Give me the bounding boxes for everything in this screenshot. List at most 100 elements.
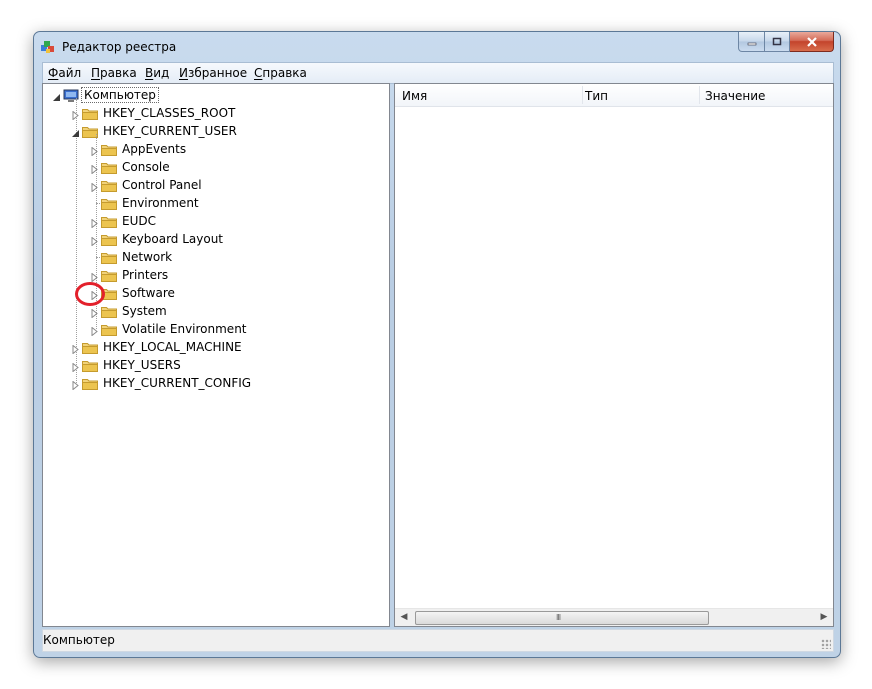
tree-item-control-panel[interactable]: Control Panel [90, 176, 204, 194]
menu-label: равка [100, 66, 137, 80]
tree-item-eudc[interactable]: EUDC [90, 212, 158, 230]
menu-accelerator: Ф [48, 66, 59, 80]
menu-item[interactable]: Правка [91, 66, 137, 80]
menu-item[interactable]: Избранное [179, 66, 247, 80]
menu-item[interactable]: Справка [254, 66, 307, 80]
menu-accelerator: П [91, 66, 101, 80]
tree-item-label: HKEY_CURRENT_CONFIG [103, 376, 252, 390]
highlight-circle [75, 282, 105, 306]
tree-connector [90, 253, 99, 262]
column-header-value[interactable]: Значение [705, 89, 765, 103]
menu-accelerator: С [254, 66, 263, 80]
folder-icon [101, 143, 117, 156]
tree-item-computer[interactable]: Компьютер [52, 86, 159, 104]
folder-icon [101, 269, 117, 282]
tree-item-label: HKEY_USERS [103, 358, 181, 372]
expand-arrow-icon[interactable] [71, 361, 80, 373]
tree-item-console[interactable]: Console [90, 158, 172, 176]
scroll-right-icon[interactable]: ▶ [819, 612, 829, 622]
tree-item-appevents[interactable]: AppEvents [90, 140, 188, 158]
folder-icon [101, 179, 117, 192]
expand-arrow-icon[interactable] [90, 307, 99, 319]
close-button[interactable] [790, 32, 834, 52]
expand-arrow-icon[interactable] [90, 181, 99, 193]
tree-item-label: EUDC [122, 214, 156, 228]
pane-splitter[interactable] [389, 83, 393, 625]
tree-item-label: Console [122, 160, 170, 174]
column-separator[interactable] [582, 86, 583, 104]
tree-item-label: Keyboard Layout [122, 232, 224, 246]
title-bar[interactable]: Редактор реестра [34, 32, 840, 62]
folder-icon [101, 215, 117, 228]
menu-accelerator: И [179, 66, 188, 80]
values-list-pane[interactable]: Имя Тип Значение ◀ III ▶ [394, 83, 834, 627]
column-separator[interactable] [699, 86, 700, 104]
menu-bar: Файл Правка Вид Избранное Справка [42, 62, 834, 84]
collapse-arrow-icon[interactable] [71, 127, 80, 137]
expand-arrow-icon[interactable] [90, 163, 99, 175]
expand-arrow-icon[interactable] [90, 325, 99, 337]
tree-item-environment[interactable]: Environment [90, 194, 201, 212]
horizontal-scrollbar[interactable]: ◀ III ▶ [395, 608, 833, 626]
tree-item-network[interactable]: Network [90, 248, 174, 266]
menu-label: правка [262, 66, 307, 80]
tree-item-volatile-environment[interactable]: Volatile Environment [90, 320, 249, 338]
scroll-left-icon[interactable]: ◀ [399, 612, 409, 622]
folder-icon [101, 251, 117, 264]
registry-editor-window: Редактор реестра Файл Правка Вид Избранное С… [33, 31, 841, 658]
menu-label: ид [153, 66, 170, 80]
expand-arrow-icon[interactable] [71, 379, 80, 391]
tree-item-hive[interactable]: HKEY_USERS [71, 356, 183, 374]
tree-item-hive[interactable]: HKEY_CURRENT_CONFIG [71, 374, 253, 392]
folder-icon [101, 305, 117, 318]
tree-connector [90, 199, 99, 208]
tree-item-system[interactable]: System [90, 302, 169, 320]
grip-icon: III [556, 613, 561, 622]
tree-item-label: Software [122, 286, 175, 300]
tree-item-label: Printers [122, 268, 169, 282]
expand-arrow-icon[interactable] [71, 343, 80, 355]
scrollbar-thumb[interactable]: III [415, 611, 709, 625]
resize-grip-icon[interactable] [821, 639, 831, 649]
tree-item-label: Control Panel [122, 178, 202, 192]
window-title: Редактор реестра [62, 40, 177, 54]
regedit-icon [40, 39, 56, 55]
folder-icon [101, 233, 117, 246]
tree-item-hive[interactable]: HKEY_CLASSES_ROOT [71, 104, 237, 122]
expand-arrow-icon[interactable] [90, 235, 99, 247]
close-icon [806, 36, 817, 47]
folder-icon [82, 359, 98, 372]
tree-item-label: Network [122, 250, 173, 264]
expand-arrow-icon[interactable] [90, 217, 99, 229]
minimize-button[interactable] [738, 32, 765, 52]
column-header-name[interactable]: Имя [402, 89, 427, 103]
tree-item-label: Environment [122, 196, 199, 210]
tree-pane[interactable]: Компьютер HKEY_CLASSES_ROOT HKEY_CURRENT_U… [42, 83, 390, 627]
status-text: Компьютер [43, 633, 115, 647]
menu-label: айл [58, 66, 82, 80]
folder-icon [101, 323, 117, 336]
tree-item-hive[interactable]: HKEY_LOCAL_MACHINE [71, 338, 244, 356]
tree-item-keyboard-layout[interactable]: Keyboard Layout [90, 230, 225, 248]
tree-item-printers[interactable]: Printers [90, 266, 170, 284]
expand-arrow-icon[interactable] [71, 109, 80, 121]
list-header: Имя Тип Значение [395, 84, 833, 107]
tree-item-label: Volatile Environment [122, 322, 247, 336]
column-header-type[interactable]: Тип [585, 89, 608, 103]
maximize-button[interactable] [765, 32, 790, 52]
expand-arrow-icon[interactable] [90, 145, 99, 157]
expand-arrow-icon[interactable] [90, 271, 99, 283]
folder-icon [101, 161, 117, 174]
collapse-arrow-icon[interactable] [52, 91, 61, 101]
folder-icon [82, 377, 98, 390]
tree-item-label: HKEY_LOCAL_MACHINE [103, 340, 242, 354]
status-bar: Компьютер [42, 629, 834, 652]
tree-item-label: AppEvents [122, 142, 187, 156]
folder-icon [101, 197, 117, 210]
menu-item[interactable]: Вид [145, 66, 169, 80]
folder-icon [82, 341, 98, 354]
tree-item-label: System [122, 304, 167, 318]
maximize-icon [772, 37, 782, 45]
menu-accelerator: В [145, 66, 154, 80]
menu-item[interactable]: Файл [48, 66, 81, 80]
